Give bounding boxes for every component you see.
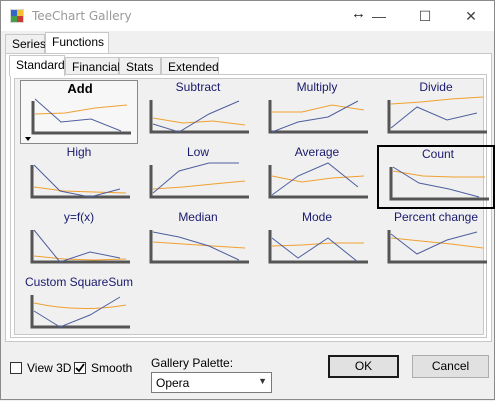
smooth-checkbox[interactable] — [74, 362, 86, 374]
gallery-item-median[interactable]: Median — [139, 210, 257, 274]
checkmark-icon — [75, 363, 85, 373]
view3d-checkbox[interactable] — [10, 362, 22, 374]
teechart-gallery-window: TeeChart Gallery ↔ — ☐ ✕ Series Function… — [0, 0, 495, 400]
gallery-item-divide[interactable]: Divide — [377, 80, 495, 144]
minimize-button[interactable]: — — [356, 1, 402, 31]
gallery-label: Subtract — [175, 80, 221, 94]
gallery-label: Divide — [419, 80, 453, 94]
gallery-item-low[interactable]: Low — [139, 145, 257, 209]
tab-functions[interactable]: Functions — [45, 32, 109, 53]
gallery-label: High — [66, 145, 92, 159]
gallery-item-subtract[interactable]: Subtract — [139, 80, 257, 144]
tab-series[interactable]: Series — [5, 34, 46, 53]
gallery-palette-value: Opera — [156, 376, 190, 390]
ok-button[interactable]: OK — [328, 355, 399, 378]
chevron-down-icon: ▼ — [258, 376, 267, 386]
gallery-label: Multiply — [296, 80, 338, 94]
gallery-label: y=f(x) — [63, 210, 95, 224]
gallery-label: Add — [67, 81, 93, 96]
app-icon — [10, 9, 24, 23]
functions-panel: Standard Financial Stats Extended Add Su… — [5, 53, 495, 342]
gallery-label: Custom SquareSum — [24, 275, 134, 289]
maximize-button[interactable]: ☐ — [402, 1, 448, 31]
gallery-item-percent-change[interactable]: Percent change — [377, 210, 495, 274]
view3d-label: View 3D — [27, 361, 72, 375]
gallery-item-count[interactable]: Count — [377, 145, 495, 209]
gallery-item-mode[interactable]: Mode — [258, 210, 376, 274]
gallery-label: Median — [178, 210, 218, 224]
dialog-footer: View 3D Smooth Gallery Palette: Opera ▼ … — [1, 346, 495, 401]
gallery-item-y-fx[interactable]: y=f(x) — [20, 210, 138, 274]
gallery-item-custom-squaresum[interactable]: Custom SquareSum — [20, 275, 138, 339]
tab-standard[interactable]: Standard — [9, 55, 65, 76]
gallery-item-high[interactable]: High — [20, 145, 138, 209]
gallery-label: Low — [186, 145, 209, 159]
gallery-label: Average — [294, 145, 340, 159]
close-button[interactable]: ✕ — [448, 1, 494, 31]
gallery-item-add[interactable]: Add — [20, 80, 138, 144]
gallery-palette-select[interactable]: Opera ▼ — [151, 372, 272, 393]
title-bar[interactable]: TeeChart Gallery ↔ — ☐ ✕ — [1, 1, 494, 31]
gallery-label: Percent change — [393, 210, 479, 224]
function-gallery: Add Subtract Multiply Divide High Low Av… — [14, 78, 495, 335]
gallery-item-average[interactable]: Average — [258, 145, 376, 209]
gallery-label: Mode — [301, 210, 333, 224]
smooth-label: Smooth — [91, 361, 133, 375]
gallery-item-multiply[interactable]: Multiply — [258, 80, 376, 144]
gallery-label: Count — [421, 147, 455, 161]
cancel-button[interactable]: Cancel — [412, 355, 489, 378]
window-title: TeeChart Gallery — [32, 9, 132, 23]
gallery-palette-label: Gallery Palette: — [151, 356, 234, 370]
standard-panel: Add Subtract Multiply Divide High Low Av… — [10, 74, 495, 338]
